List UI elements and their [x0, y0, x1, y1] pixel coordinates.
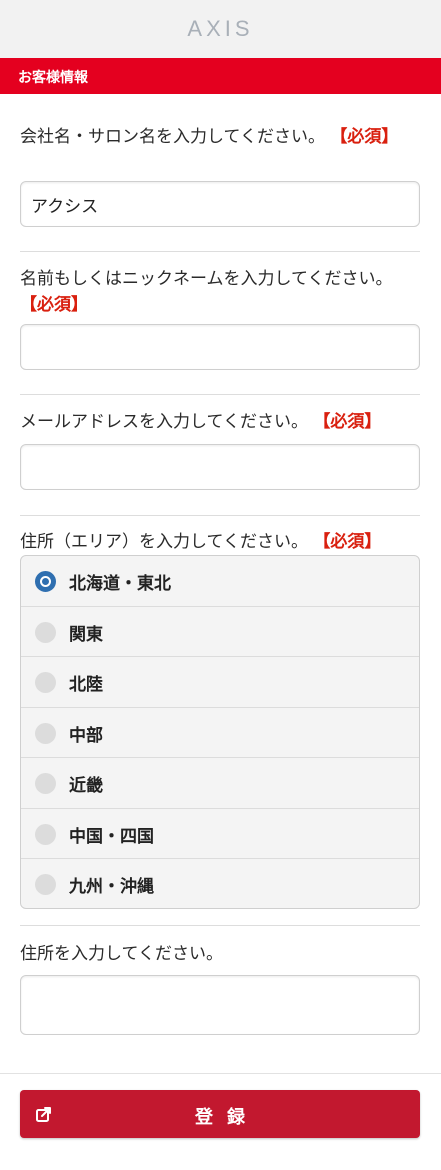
address-label: 住所を入力してください。 — [20, 941, 420, 967]
submit-label: 登録 — [195, 1107, 259, 1128]
area-option[interactable]: 中国・四国 — [21, 809, 419, 859]
area-option[interactable]: 中部 — [21, 708, 419, 758]
nickname-input[interactable] — [21, 325, 419, 369]
section-header: お客様情報 — [0, 58, 441, 94]
area-option[interactable]: 関東 — [21, 607, 419, 657]
required-mark: 【必須】 — [20, 295, 88, 315]
radio-button[interactable] — [35, 672, 56, 693]
radio-button[interactable] — [35, 874, 56, 895]
area-label: 住所（エリア）を入力してください。 【必須】 — [20, 529, 420, 555]
nickname-field[interactable] — [20, 324, 420, 370]
address-input[interactable] — [21, 976, 419, 1034]
area-option[interactable]: 九州・沖縄 — [21, 859, 419, 908]
radio-button[interactable] — [35, 823, 56, 845]
area-label-text: 住所（エリア）を入力してください。 — [20, 532, 308, 552]
footer-divider — [0, 1073, 441, 1074]
required-mark: 【必須】 — [313, 412, 382, 432]
salon-name-label-text: 会社名・サロン名を入力してください。 — [20, 127, 325, 147]
email-label: メールアドレスを入力してください。 【必須】 — [20, 409, 420, 435]
address-label-text: 住所を入力してください。 — [20, 944, 223, 964]
submit-button[interactable]: 登録 — [20, 1090, 420, 1138]
divider — [20, 251, 420, 252]
area-option-label: 中部 — [69, 725, 103, 746]
address-field[interactable] — [20, 975, 420, 1035]
area-option-label: 中国・四国 — [69, 826, 154, 847]
email-field[interactable] — [20, 444, 420, 490]
divider — [20, 515, 420, 516]
nickname-label-text: 名前もしくはニックネームを入力してください。 — [20, 269, 393, 289]
area-option-label: 北陸 — [69, 675, 103, 695]
radio-button[interactable] — [35, 571, 56, 592]
required-mark: 【必須】 — [330, 127, 399, 147]
app-header: AXIS — [0, 0, 441, 58]
area-radio-group: 北海道・東北 関東北陸中部近畿中国・四国九州・沖縄 — [20, 555, 420, 909]
area-option[interactable]: 北陸 — [21, 657, 419, 708]
area-option[interactable]: 北海道・東北 — [21, 556, 419, 607]
radio-button[interactable] — [35, 773, 56, 794]
area-option-label: 九州・沖縄 — [69, 877, 154, 897]
email-input[interactable] — [21, 445, 419, 489]
area-option-label: 北海道・東北 — [69, 574, 171, 594]
area-option[interactable]: 近畿 — [21, 758, 419, 809]
divider — [20, 394, 420, 395]
nickname-label: 名前もしくはニックネームを入力してください。 【必須】 — [20, 266, 420, 318]
radio-button[interactable] — [35, 722, 56, 744]
salon-name-field[interactable] — [20, 181, 420, 227]
radio-button[interactable] — [35, 621, 56, 643]
section-title: お客様情報 — [18, 70, 88, 86]
email-label-text: メールアドレスを入力してください。 — [20, 412, 308, 432]
salon-name-label: 会社名・サロン名を入力してください。 【必須】 — [20, 124, 420, 150]
area-option-label: 近畿 — [69, 776, 103, 796]
divider — [20, 925, 420, 926]
axis-logo: AXIS — [187, 16, 254, 41]
required-mark: 【必須】 — [313, 532, 382, 552]
salon-name-input[interactable] — [21, 182, 419, 226]
area-option-label: 関東 — [69, 624, 103, 645]
